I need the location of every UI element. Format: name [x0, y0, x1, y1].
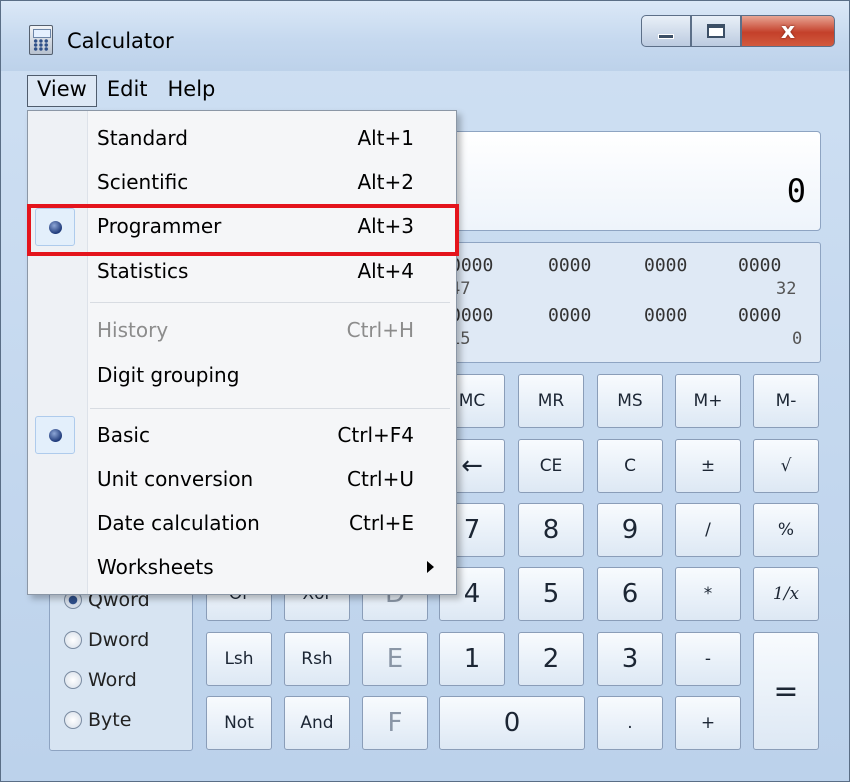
mr-button[interactable]: MR — [518, 374, 584, 428]
menu-item-standard[interactable]: Standard Alt+1 — [28, 117, 456, 161]
maximize-icon — [707, 24, 725, 38]
radio-dot — [64, 671, 82, 689]
radio-word[interactable]: Word — [64, 669, 137, 691]
add-button[interactable]: + — [675, 696, 741, 750]
and-button[interactable]: And — [284, 696, 350, 750]
menu-item-label: Basic — [97, 423, 150, 447]
bit-group[interactable]: 0000 — [548, 255, 591, 276]
menu-item-shortcut: Ctrl+U — [347, 467, 414, 491]
hex-e-button[interactable]: E — [362, 632, 428, 686]
minimize-icon — [658, 33, 674, 39]
digit-2-button[interactable]: 2 — [518, 632, 584, 686]
radio-byte[interactable]: Byte — [64, 709, 131, 731]
selected-bullet-icon — [35, 416, 75, 454]
reciprocal-button[interactable]: 1/x — [753, 567, 819, 621]
rsh-button[interactable]: Rsh — [284, 632, 350, 686]
digit-3-button[interactable]: 3 — [597, 632, 663, 686]
menu-item-label: Scientific — [97, 170, 189, 194]
menu-item-scientific[interactable]: Scientific Alt+2 — [28, 161, 456, 205]
digit-8-button[interactable]: 8 — [518, 503, 584, 557]
bit-group[interactable]: 0000 — [738, 255, 781, 276]
menu-item-digit-grouping[interactable]: Digit grouping — [28, 354, 456, 398]
subtract-button[interactable]: - — [675, 632, 741, 686]
menu-bar: View Edit Help — [27, 75, 225, 107]
c-button[interactable]: C — [597, 439, 663, 493]
menu-item-label: Date calculation — [97, 511, 260, 535]
view-menu-dropdown: Standard Alt+1 Scientific Alt+2 Programm… — [27, 110, 457, 595]
bit-position: 32 — [776, 279, 797, 299]
highlight-annotation — [27, 204, 459, 256]
bit-group[interactable]: 0000 — [548, 305, 591, 326]
menu-item-worksheets[interactable]: Worksheets — [28, 546, 456, 590]
calculator-window: Calculator x View Edit Help 0 0000 0000 … — [0, 0, 850, 782]
menu-item-label: Standard — [97, 126, 188, 150]
percent-button[interactable]: % — [753, 503, 819, 557]
menu-item-label: Digit grouping — [97, 363, 240, 387]
lsh-button[interactable]: Lsh — [206, 632, 272, 686]
digit-5-button[interactable]: 5 — [518, 567, 584, 621]
menu-item-label: Worksheets — [97, 555, 214, 579]
divide-button[interactable]: / — [675, 503, 741, 557]
sqrt-button[interactable]: √ — [753, 439, 819, 493]
menu-item-history[interactable]: History Ctrl+H — [28, 309, 456, 353]
menu-item-shortcut: Ctrl+F4 — [337, 423, 414, 447]
hex-f-button[interactable]: F — [362, 696, 428, 750]
decimal-button[interactable]: . — [597, 696, 663, 750]
radio-dot — [64, 631, 82, 649]
menu-item-unit-conversion[interactable]: Unit conversion Ctrl+U — [28, 458, 456, 502]
digit-0-button[interactable]: 0 — [439, 696, 585, 750]
display-value: 0 — [786, 172, 806, 210]
ms-button[interactable]: MS — [597, 374, 663, 428]
bit-group[interactable]: 0000 — [738, 305, 781, 326]
menu-item-shortcut: Alt+4 — [357, 259, 414, 283]
word-size-group: Qword Dword Word Byte — [49, 576, 193, 751]
radio-label: Word — [88, 669, 137, 691]
maximize-button[interactable] — [691, 15, 741, 47]
window-title: Calculator — [67, 29, 174, 53]
menu-item-label: History — [97, 318, 169, 342]
bit-group[interactable]: 0000 — [644, 255, 687, 276]
equals-button[interactable]: = — [753, 632, 819, 750]
bit-group[interactable]: 0000 — [644, 305, 687, 326]
digit-1-button[interactable]: 1 — [439, 632, 505, 686]
menu-item-shortcut: Ctrl+H — [346, 318, 414, 342]
menu-item-shortcut: Alt+1 — [357, 126, 414, 150]
calculator-icon — [29, 25, 53, 55]
menu-item-label: Unit conversion — [97, 467, 254, 491]
m-minus-button[interactable]: M- — [753, 374, 819, 428]
m-plus-button[interactable]: M+ — [675, 374, 741, 428]
close-icon: x — [780, 18, 796, 44]
menu-item-shortcut: Ctrl+E — [349, 511, 414, 535]
menu-item-statistics[interactable]: Statistics Alt+4 — [28, 250, 456, 294]
ce-button[interactable]: CE — [518, 439, 584, 493]
minimize-button[interactable] — [641, 15, 691, 47]
digit-9-button[interactable]: 9 — [597, 503, 663, 557]
menu-separator — [90, 408, 450, 409]
menu-item-shortcut: Alt+2 — [357, 170, 414, 194]
menu-separator — [90, 302, 450, 303]
bit-position: 0 — [792, 329, 803, 349]
digit-6-button[interactable]: 6 — [597, 567, 663, 621]
radio-label: Dword — [88, 629, 150, 651]
not-button[interactable]: Not — [206, 696, 272, 750]
menu-help[interactable]: Help — [158, 75, 226, 107]
multiply-button[interactable]: * — [675, 567, 741, 621]
submenu-arrow-icon — [427, 561, 434, 573]
plus-minus-button[interactable]: ± — [675, 439, 741, 493]
menu-item-date-calculation[interactable]: Date calculation Ctrl+E — [28, 502, 456, 546]
title-bar[interactable]: Calculator x — [1, 1, 850, 71]
menu-item-basic[interactable]: Basic Ctrl+F4 — [28, 414, 456, 458]
close-button[interactable]: x — [741, 15, 835, 47]
menu-edit[interactable]: Edit — [97, 75, 158, 107]
radio-dword[interactable]: Dword — [64, 629, 149, 651]
menu-view[interactable]: View — [27, 75, 97, 107]
radio-label: Byte — [88, 709, 132, 731]
radio-dot — [64, 711, 82, 729]
menu-item-label: Statistics — [97, 259, 189, 283]
